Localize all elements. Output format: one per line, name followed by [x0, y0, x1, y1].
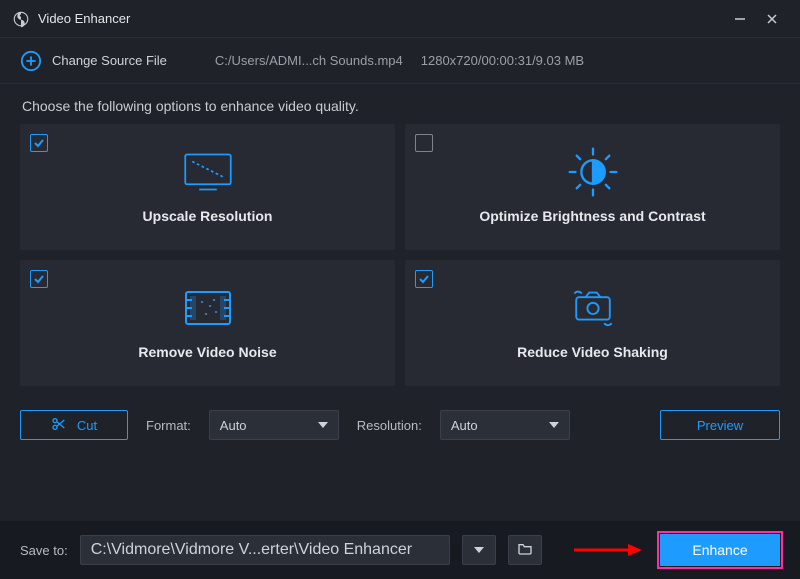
source-meta: 1280x720/00:00:31/9.03 MB: [421, 53, 584, 68]
monitor-icon: [180, 150, 236, 194]
plus-circle-icon: [20, 50, 42, 72]
close-button[interactable]: [756, 3, 788, 35]
source-path: C:/Users/ADMI...ch Sounds.mp4: [215, 53, 403, 68]
card-upscale-resolution[interactable]: Upscale Resolution: [20, 124, 395, 250]
checkbox-upscale[interactable]: [30, 134, 48, 152]
resolution-dropdown[interactable]: Auto: [440, 410, 570, 440]
minimize-button[interactable]: [724, 3, 756, 35]
enhance-label: Enhance: [692, 542, 747, 558]
preview-label: Preview: [697, 418, 743, 433]
checkbox-optimize[interactable]: [415, 134, 433, 152]
enhance-button[interactable]: Enhance: [660, 534, 780, 566]
save-path-dropdown-button[interactable]: [462, 535, 496, 565]
app-icon: [12, 10, 30, 28]
scissors-icon: [51, 416, 67, 435]
change-source-label: Change Source File: [52, 53, 167, 68]
cut-label: Cut: [77, 418, 97, 433]
save-path-field[interactable]: C:\Vidmore\Vidmore V...erter\Video Enhan…: [80, 535, 450, 565]
card-reduce-shaking[interactable]: Reduce Video Shaking: [405, 260, 780, 386]
caret-down-icon: [318, 422, 328, 428]
format-value: Auto: [220, 418, 247, 433]
save-to-label: Save to:: [20, 543, 68, 558]
change-source-button[interactable]: Change Source File: [20, 50, 167, 72]
caret-down-icon: [474, 547, 484, 553]
card-remove-noise[interactable]: Remove Video Noise: [20, 260, 395, 386]
check-icon: [418, 273, 430, 285]
folder-icon: [517, 541, 533, 560]
instruction-text: Choose the following options to enhance …: [0, 84, 800, 124]
annotation-arrow: [572, 542, 642, 558]
cut-button[interactable]: Cut: [20, 410, 128, 440]
camera-shake-icon: [565, 286, 621, 330]
resolution-value: Auto: [451, 418, 478, 433]
save-path-value: C:\Vidmore\Vidmore V...erter\Video Enhan…: [91, 541, 412, 559]
card-optimize-brightness[interactable]: Optimize Brightness and Contrast: [405, 124, 780, 250]
checkbox-noise[interactable]: [30, 270, 48, 288]
checkbox-shaking[interactable]: [415, 270, 433, 288]
card-label: Upscale Resolution: [143, 208, 273, 224]
tool-row: Cut Format: Auto Resolution: Auto Previe…: [0, 386, 800, 458]
format-label: Format:: [146, 418, 191, 433]
caret-down-icon: [549, 422, 559, 428]
format-dropdown[interactable]: Auto: [209, 410, 339, 440]
brightness-icon: [565, 150, 621, 194]
card-label: Optimize Brightness and Contrast: [479, 208, 705, 224]
resolution-label: Resolution:: [357, 418, 422, 433]
source-bar: Change Source File C:/Users/ADMI...ch So…: [0, 38, 800, 84]
check-icon: [33, 137, 45, 149]
check-icon: [33, 273, 45, 285]
preview-button[interactable]: Preview: [660, 410, 780, 440]
window-title: Video Enhancer: [38, 11, 130, 26]
film-noise-icon: [180, 286, 236, 330]
card-label: Reduce Video Shaking: [517, 344, 668, 360]
browse-folder-button[interactable]: [508, 535, 542, 565]
footer: Save to: C:\Vidmore\Vidmore V...erter\Vi…: [0, 521, 800, 579]
title-bar: Video Enhancer: [0, 0, 800, 38]
option-cards: Upscale Resolution Optimize Brightness a…: [0, 124, 800, 386]
card-label: Remove Video Noise: [138, 344, 276, 360]
